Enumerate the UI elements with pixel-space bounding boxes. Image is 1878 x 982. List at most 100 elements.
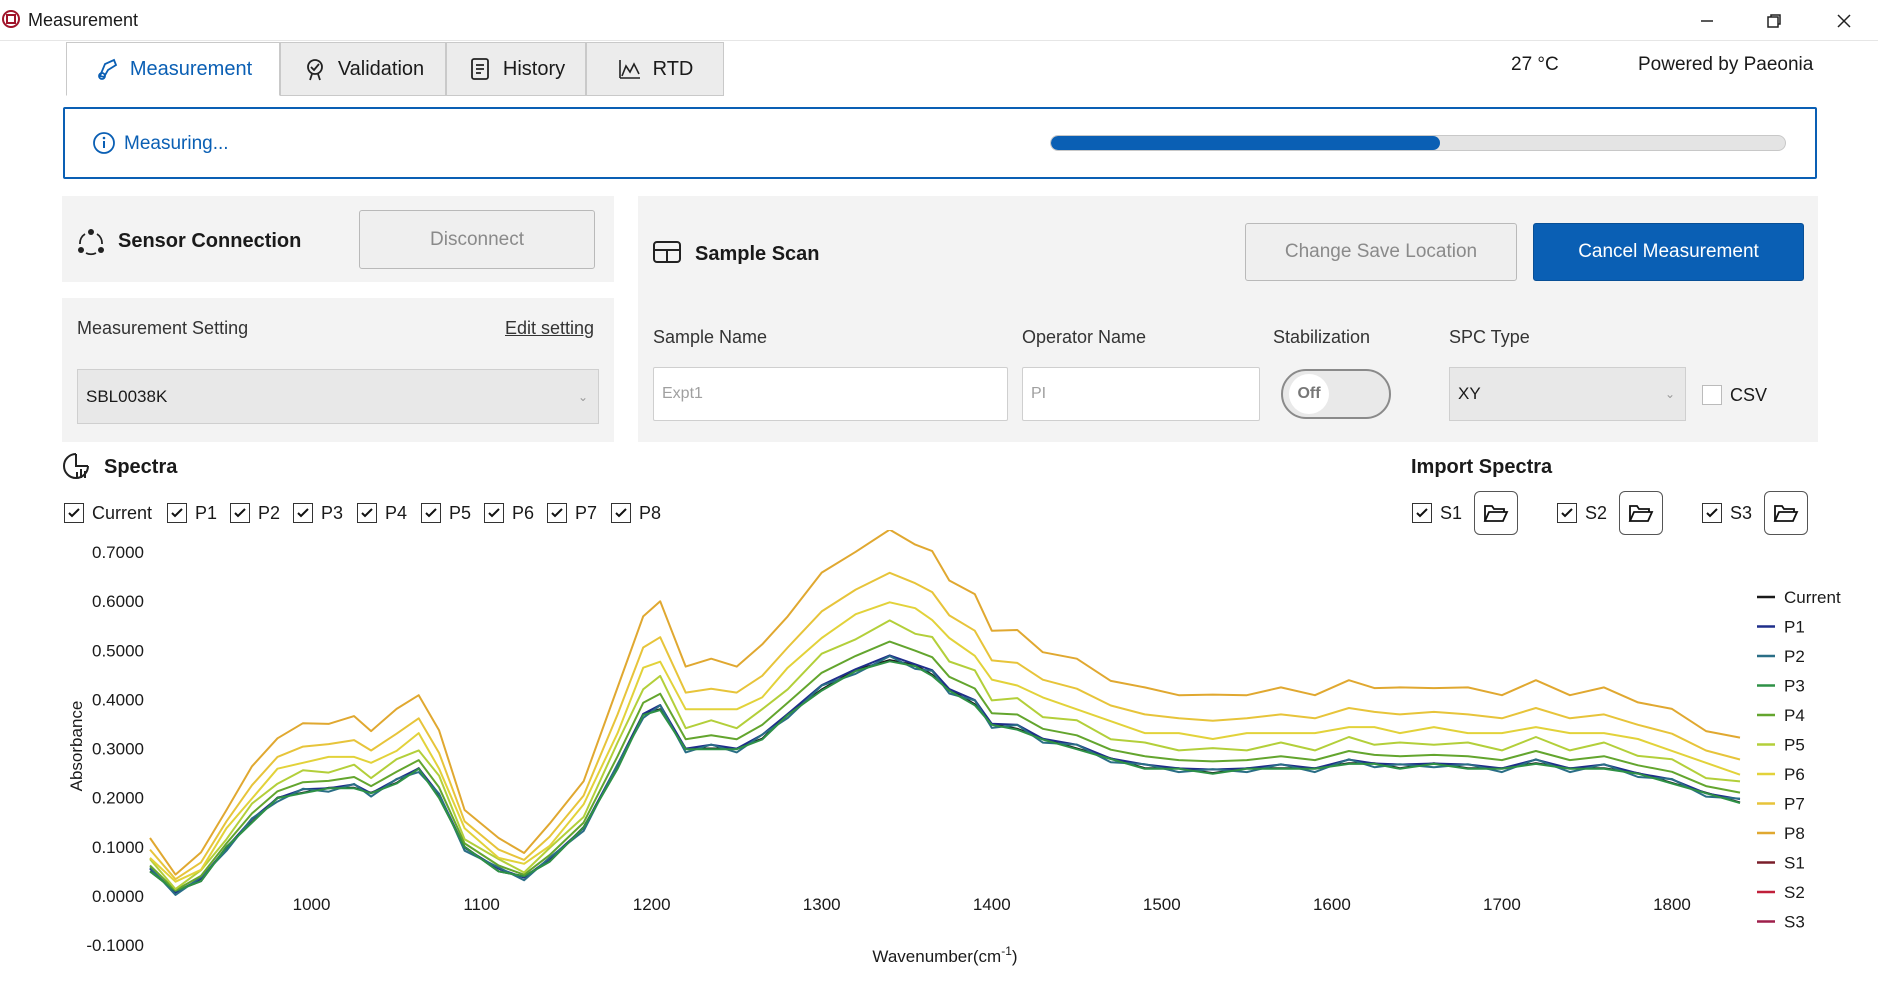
minimize-icon [1701,20,1713,22]
spectra-checkbox-label: Current [92,503,153,523]
import-folder-button-s3[interactable] [1764,491,1808,535]
spectra-checkbox-p6[interactable] [484,503,504,523]
spectra-checkbox-p4[interactable] [357,503,377,523]
import-folder-button-s2[interactable] [1619,491,1663,535]
toggle-knob: Off [1289,374,1329,414]
y-tick-label: 0.7000 [92,543,144,562]
tab-history[interactable]: History [446,42,586,96]
sample-scan-title: Sample Scan [695,243,820,265]
checkmark-icon [488,508,500,518]
restore-button[interactable] [1744,4,1804,38]
stabilization-label: Stabilization [1273,327,1371,347]
cancel-measurement-button[interactable]: Cancel Measurement [1533,223,1804,281]
csv-checkbox[interactable] [1702,385,1722,405]
spectra-checkbox-p3[interactable] [293,503,313,523]
spectra-chart: 0.7000 0.6000 0.5000 0.4000 0.3000 0.2000 0.10… [67,530,1841,966]
x-tick-label: 1600 [1313,895,1351,914]
import-folder-button-s1[interactable] [1474,491,1518,535]
legend-label: Current [1784,588,1841,607]
spectra-checkbox-label: P6 [512,503,535,523]
spectra-checkbox-p1[interactable] [167,503,187,523]
folder-open-icon [1773,505,1799,522]
sensor-connection-title: Sensor Connection [118,230,302,252]
legend-label: P1 [1784,618,1805,637]
info-icon [93,132,115,154]
operator-name-input[interactable]: PI [1022,367,1260,421]
x-tick-label: 1100 [463,895,500,914]
spectra-checkbox-p7[interactable] [547,503,567,523]
tab-rtd[interactable]: RTD [586,42,724,96]
x-tick-label: 1800 [1653,895,1691,914]
legend-label: P3 [1784,677,1805,696]
import-checkbox-s3[interactable] [1702,503,1722,523]
minimize-button[interactable] [1677,4,1737,38]
legend-label: P5 [1784,736,1805,755]
title-bar [0,0,1878,41]
history-icon [470,58,489,80]
csv-label: CSV [1730,385,1768,405]
checkmark-icon [234,508,246,518]
y-axis-label: Absorbance [67,701,86,792]
spectra-title: Spectra [104,456,178,478]
legend-label: P4 [1784,706,1805,725]
edit-setting-link[interactable]: Edit setting [505,318,594,339]
disconnect-button[interactable]: Disconnect [359,210,595,269]
tab-validation[interactable]: Validation [280,42,446,96]
rtd-chart-icon [618,60,640,79]
measurement-setting-label: Measurement Setting [77,318,249,338]
validation-icon [306,59,323,81]
spc-type-value: XY [1458,384,1481,403]
tab-measurement[interactable]: Measurement [66,42,280,96]
series-line-p7 [149,571,1741,881]
spectra-checkbox-label: P7 [575,503,598,523]
legend-label: S2 [1784,883,1805,902]
checkmark-icon [1561,508,1573,518]
spectra-chart-icon [63,453,89,479]
powered-by-text: Powered by Paeonia [1638,54,1814,75]
checkmark-icon [361,508,373,518]
spectra-checkbox-p5[interactable] [421,503,441,523]
y-tick-label: 0.2000 [92,789,144,808]
y-tick-label: 0.6000 [92,592,144,611]
legend-label: S1 [1784,854,1805,873]
measurement-setting-select[interactable]: SBL0038K ⌄ [77,369,599,424]
legend-label: S3 [1784,913,1805,932]
legend-label: P6 [1784,765,1805,784]
checkmark-icon [425,508,437,518]
close-button[interactable] [1814,4,1874,38]
tab-label: Measurement [129,57,253,80]
spc-type-select[interactable]: XY ⌄ [1449,367,1686,421]
import-checkbox-s2[interactable] [1557,503,1577,523]
checkmark-icon [1416,508,1428,518]
app-logo-icon [2,10,20,28]
y-tick-label: 0.1000 [92,838,144,857]
status-text: Measuring... [124,133,229,154]
y-tick-label: 0.0000 [92,887,144,906]
tab-label: Validation [337,57,425,80]
sample-scan-icon [653,241,681,263]
checkmark-icon [171,508,183,518]
spectra-checkbox-label: P2 [258,503,281,523]
folder-open-icon [1628,505,1654,522]
spectra-checkbox-p8[interactable] [611,503,631,523]
folder-open-icon [1483,505,1509,522]
spectra-checkbox-p2[interactable] [230,503,250,523]
x-axis-label: Wavenumber(cm-1) [872,944,1017,966]
x-axis-label-sup: -1 [1001,944,1012,958]
spectra-checkbox-label: P4 [385,503,408,523]
y-tick-label: 0.3000 [92,740,144,759]
progress-bar [1050,135,1786,151]
spectra-checkbox-label: P1 [195,503,218,523]
spectra-checkbox-label: P5 [449,503,472,523]
spc-type-label: SPC Type [1449,327,1530,347]
spectra-checkbox-label: P3 [321,503,344,523]
import-checkbox-s1[interactable] [1412,503,1432,523]
spectra-checkbox-current[interactable] [64,503,84,523]
change-save-location-button[interactable]: Change Save Location [1245,223,1517,281]
import-checkbox-label: S3 [1730,503,1753,523]
checkmark-icon [1706,508,1718,518]
y-tick-label: 0.4000 [92,690,144,709]
x-tick-label: 1700 [1483,895,1521,914]
sensor-network-icon [78,229,104,256]
sample-name-input[interactable]: Expt1 [653,367,1008,421]
